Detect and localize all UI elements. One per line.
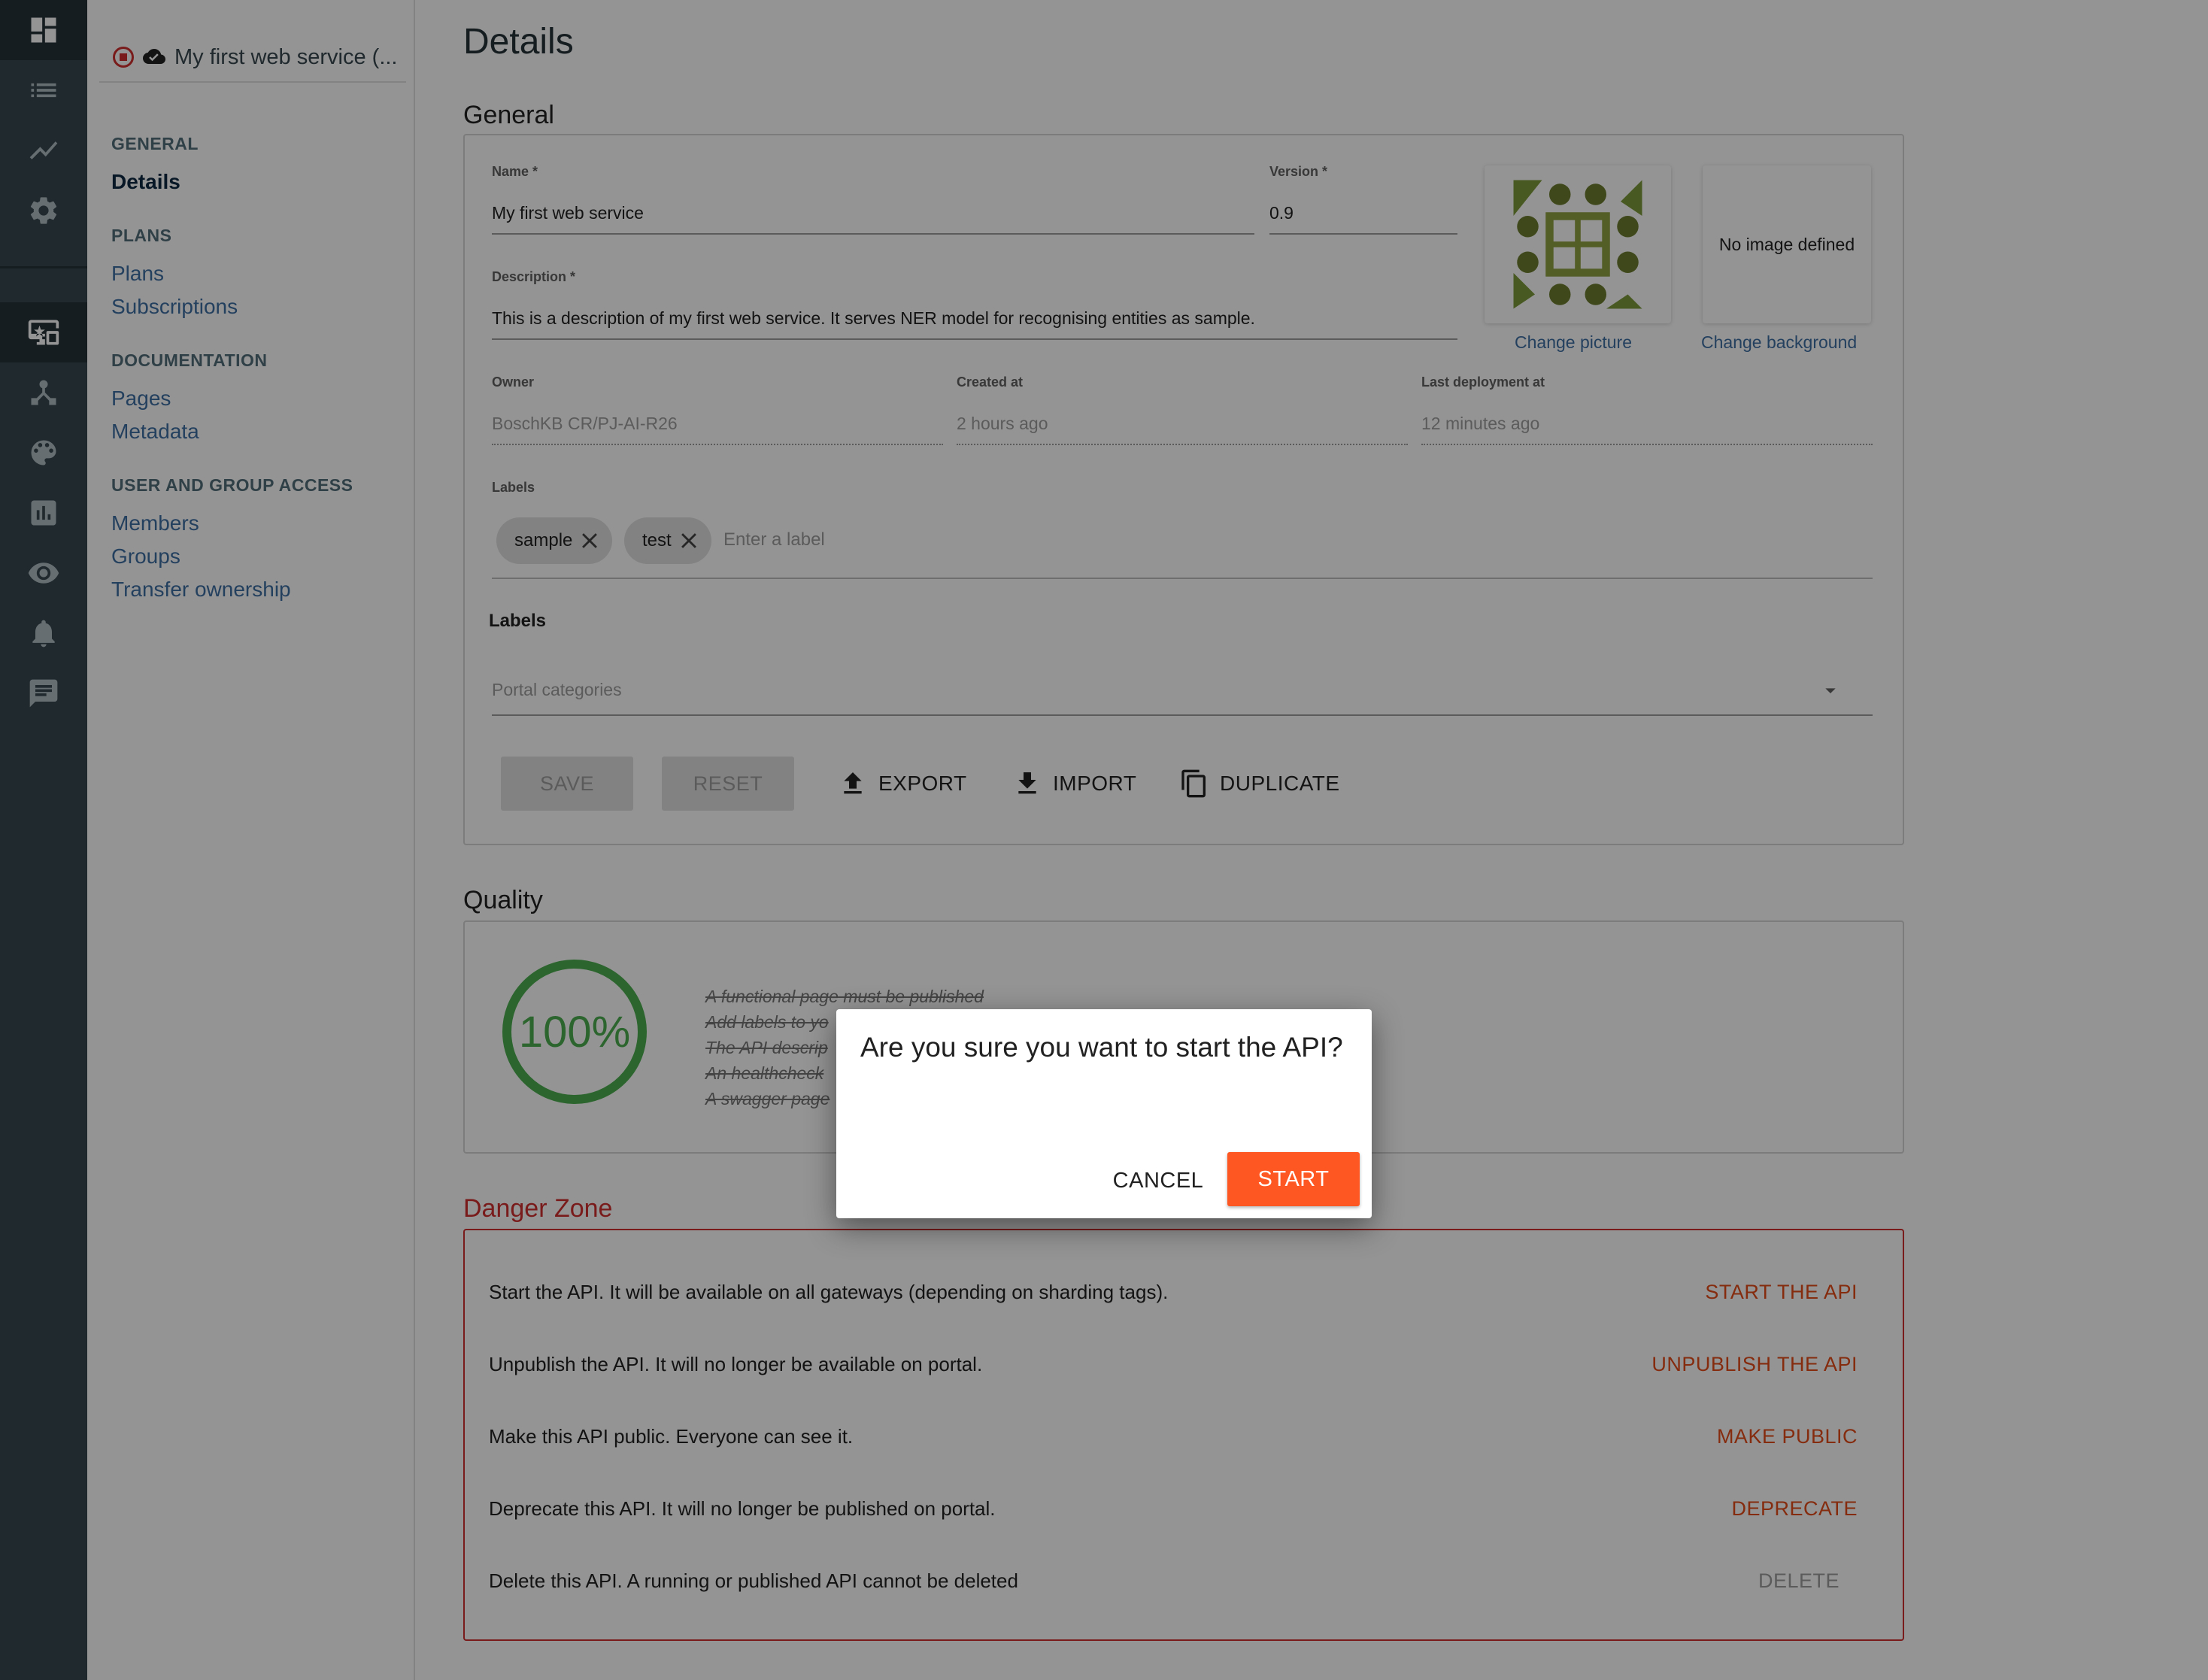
start-button[interactable]: START bbox=[1227, 1152, 1360, 1206]
modal-backdrop[interactable] bbox=[0, 0, 2208, 1680]
confirm-start-dialog: Are you sure you want to start the API? … bbox=[836, 1009, 1372, 1218]
dialog-title: Are you sure you want to start the API? bbox=[860, 1032, 1343, 1063]
cancel-button[interactable]: CANCEL bbox=[1095, 1154, 1221, 1208]
